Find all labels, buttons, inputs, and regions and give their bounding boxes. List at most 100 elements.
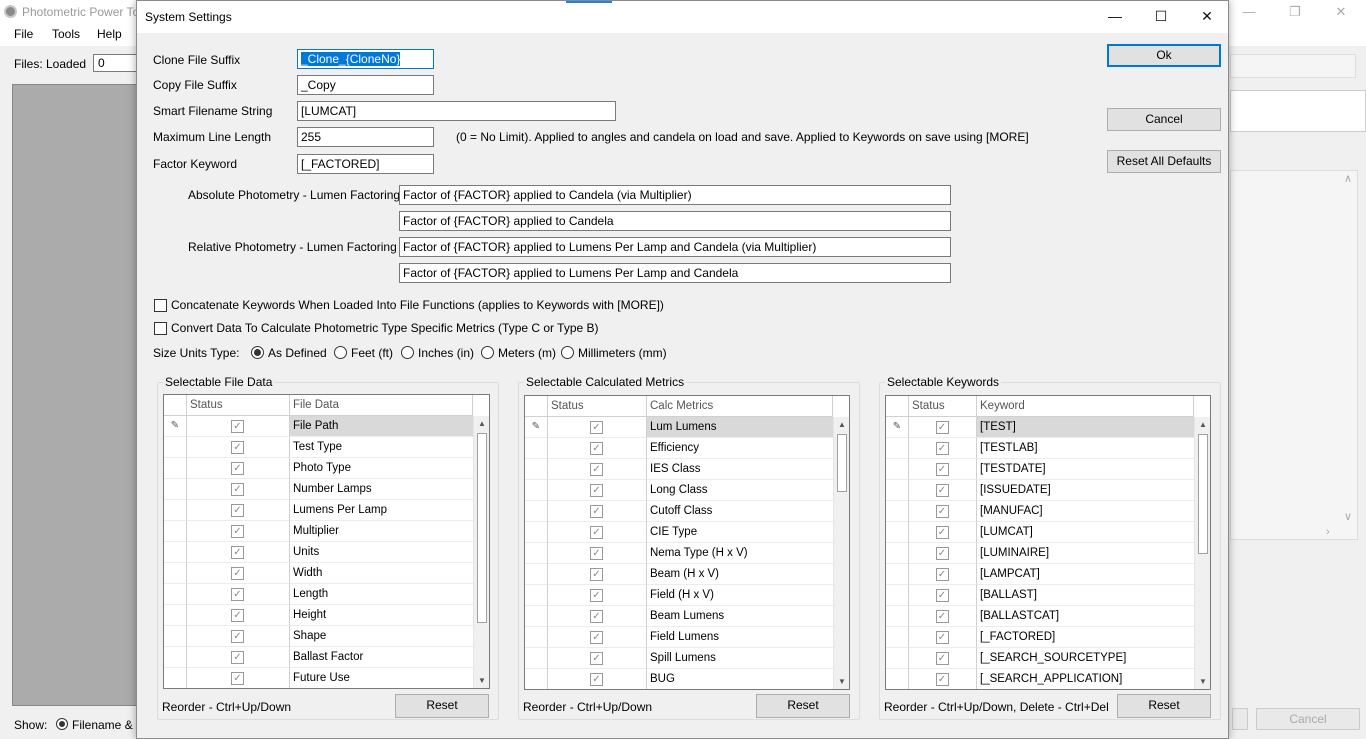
- absolute-factoring-candela-input[interactable]: Factor of {FACTOR} applied to Candela: [399, 211, 951, 231]
- row-header[interactable]: [164, 563, 187, 584]
- status-checkbox[interactable]: ✓: [935, 631, 949, 644]
- scroll-down-icon[interactable]: ▼: [474, 673, 489, 688]
- row-header[interactable]: [886, 585, 909, 606]
- calc-metrics-scrollbar[interactable]: ▲ ▼: [833, 417, 849, 689]
- row-header[interactable]: [886, 501, 909, 522]
- pencil-icon[interactable]: ✎: [164, 416, 187, 437]
- status-checkbox[interactable]: ✓: [590, 568, 603, 581]
- table-row[interactable]: ✓ [_SEARCH_SOURCETYPE]: [886, 648, 1194, 669]
- cancel-button[interactable]: Cancel: [1107, 108, 1221, 131]
- scroll-up-icon[interactable]: ▲: [834, 417, 849, 433]
- table-row[interactable]: ✓ [LUMINAIRE]: [886, 543, 1194, 564]
- scroll-up-icon[interactable]: ▲: [474, 416, 489, 432]
- row-header[interactable]: [886, 459, 909, 480]
- chevron-up-icon[interactable]: ∧: [1344, 172, 1352, 185]
- status-checkbox[interactable]: ✓: [590, 421, 603, 434]
- table-row[interactable]: ✓ Long Class: [525, 480, 833, 501]
- table-row[interactable]: ✓ [TESTDATE]: [886, 459, 1194, 480]
- status-checkbox[interactable]: ✓: [590, 463, 603, 476]
- table-row[interactable]: ✓ [BALLASTCAT]: [886, 606, 1194, 627]
- units-feet-radio[interactable]: [334, 346, 347, 359]
- file-data-scrollbar[interactable]: ▲ ▼: [473, 416, 489, 688]
- status-checkbox[interactable]: ✓: [231, 420, 244, 433]
- scroll-up-icon[interactable]: ▲: [1195, 417, 1210, 433]
- background-right-field[interactable]: [1230, 54, 1356, 78]
- keywords-scrollbar[interactable]: ▲ ▼: [1194, 417, 1210, 689]
- keywords-reset-button[interactable]: Reset: [1117, 694, 1211, 718]
- status-checkbox[interactable]: ✓: [231, 651, 244, 664]
- scroll-thumb[interactable]: [1198, 434, 1208, 554]
- relative-factoring-candela-input[interactable]: Factor of {FACTOR} applied to Lumens Per…: [399, 263, 951, 283]
- absolute-factoring-multiplier-input[interactable]: Factor of {FACTOR} applied to Candela (v…: [399, 185, 951, 205]
- row-header[interactable]: [886, 564, 909, 585]
- clone-suffix-input[interactable]: _Clone_{CloneNo}: [297, 49, 434, 69]
- row-header[interactable]: [164, 521, 187, 542]
- status-checkbox[interactable]: ✓: [231, 672, 244, 685]
- status-checkbox[interactable]: ✓: [590, 484, 603, 497]
- menu-file[interactable]: File: [14, 27, 33, 41]
- scroll-down-icon[interactable]: ▼: [834, 674, 849, 689]
- close-icon[interactable]: ✕: [1184, 1, 1230, 32]
- status-checkbox[interactable]: ✓: [935, 463, 949, 476]
- status-checkbox[interactable]: ✓: [935, 421, 949, 434]
- table-row[interactable]: ✓ [LAMPCAT]: [886, 564, 1194, 585]
- row-header[interactable]: [525, 438, 548, 459]
- minimize-icon[interactable]: —: [1226, 2, 1272, 22]
- table-row[interactable]: ✓ Cutoff Class: [525, 501, 833, 522]
- row-header[interactable]: [164, 437, 187, 458]
- chevron-right-icon[interactable]: ›: [1326, 526, 1330, 538]
- scroll-down-icon[interactable]: ▼: [1195, 674, 1210, 689]
- status-checkbox[interactable]: ✓: [231, 546, 244, 559]
- row-header[interactable]: [886, 522, 909, 543]
- column-header-status[interactable]: Status: [187, 395, 290, 416]
- row-header[interactable]: [886, 480, 909, 501]
- row-header[interactable]: [525, 501, 548, 522]
- row-header[interactable]: [886, 606, 909, 627]
- table-row[interactable]: ✎ ✓ File Path: [164, 416, 473, 437]
- row-header[interactable]: [886, 543, 909, 564]
- row-header[interactable]: [525, 585, 548, 606]
- convert-data-checkbox[interactable]: [154, 322, 167, 335]
- status-checkbox[interactable]: ✓: [231, 462, 244, 475]
- status-checkbox[interactable]: ✓: [590, 673, 603, 686]
- calc-metrics-grid[interactable]: Status Calc Metrics ✎ ✓ Lum Lumens ✓ Efficie…: [524, 395, 850, 690]
- table-row[interactable]: ✓ BUG: [525, 669, 833, 689]
- pencil-icon[interactable]: ✎: [886, 417, 909, 438]
- table-row[interactable]: ✓ Units: [164, 542, 473, 563]
- status-checkbox[interactable]: ✓: [590, 652, 603, 665]
- status-checkbox[interactable]: ✓: [231, 441, 244, 454]
- table-row[interactable]: ✓ IES Class: [525, 459, 833, 480]
- table-row[interactable]: ✓ [_SEARCH_APPLICATION]: [886, 669, 1194, 689]
- status-checkbox[interactable]: ✓: [590, 589, 603, 602]
- row-header[interactable]: [525, 564, 548, 585]
- column-header-file-data[interactable]: File Data: [290, 395, 473, 416]
- status-checkbox[interactable]: ✓: [935, 442, 949, 455]
- row-header[interactable]: [886, 648, 909, 669]
- table-row[interactable]: ✓ Photo Type: [164, 458, 473, 479]
- status-checkbox[interactable]: ✓: [231, 504, 244, 517]
- table-row[interactable]: ✎ ✓ Lum Lumens: [525, 417, 833, 438]
- row-header[interactable]: [525, 606, 548, 627]
- table-row[interactable]: ✓ Height: [164, 605, 473, 626]
- table-row[interactable]: ✓ Lumens Per Lamp: [164, 500, 473, 521]
- table-row[interactable]: ✓ Future Use: [164, 668, 473, 688]
- status-checkbox[interactable]: ✓: [231, 483, 244, 496]
- table-row[interactable]: ✓ Length: [164, 584, 473, 605]
- row-header[interactable]: [525, 459, 548, 480]
- status-checkbox[interactable]: ✓: [935, 568, 949, 581]
- table-row[interactable]: ✓ Field Lumens: [525, 627, 833, 648]
- status-checkbox[interactable]: ✓: [590, 526, 603, 539]
- column-header-status[interactable]: Status: [548, 396, 647, 417]
- status-checkbox[interactable]: ✓: [231, 630, 244, 643]
- calc-metrics-reset-button[interactable]: Reset: [756, 694, 850, 718]
- row-header[interactable]: [164, 542, 187, 563]
- status-checkbox[interactable]: ✓: [935, 505, 949, 518]
- row-header[interactable]: [886, 669, 909, 689]
- table-row[interactable]: ✓ Field (H x V): [525, 585, 833, 606]
- status-checkbox[interactable]: ✓: [231, 525, 244, 538]
- chevron-down-icon[interactable]: ∨: [1344, 510, 1352, 523]
- row-header[interactable]: [164, 647, 187, 668]
- row-header[interactable]: [164, 668, 187, 688]
- row-header[interactable]: [525, 480, 548, 501]
- factor-keyword-input[interactable]: [_FACTORED]: [297, 154, 434, 174]
